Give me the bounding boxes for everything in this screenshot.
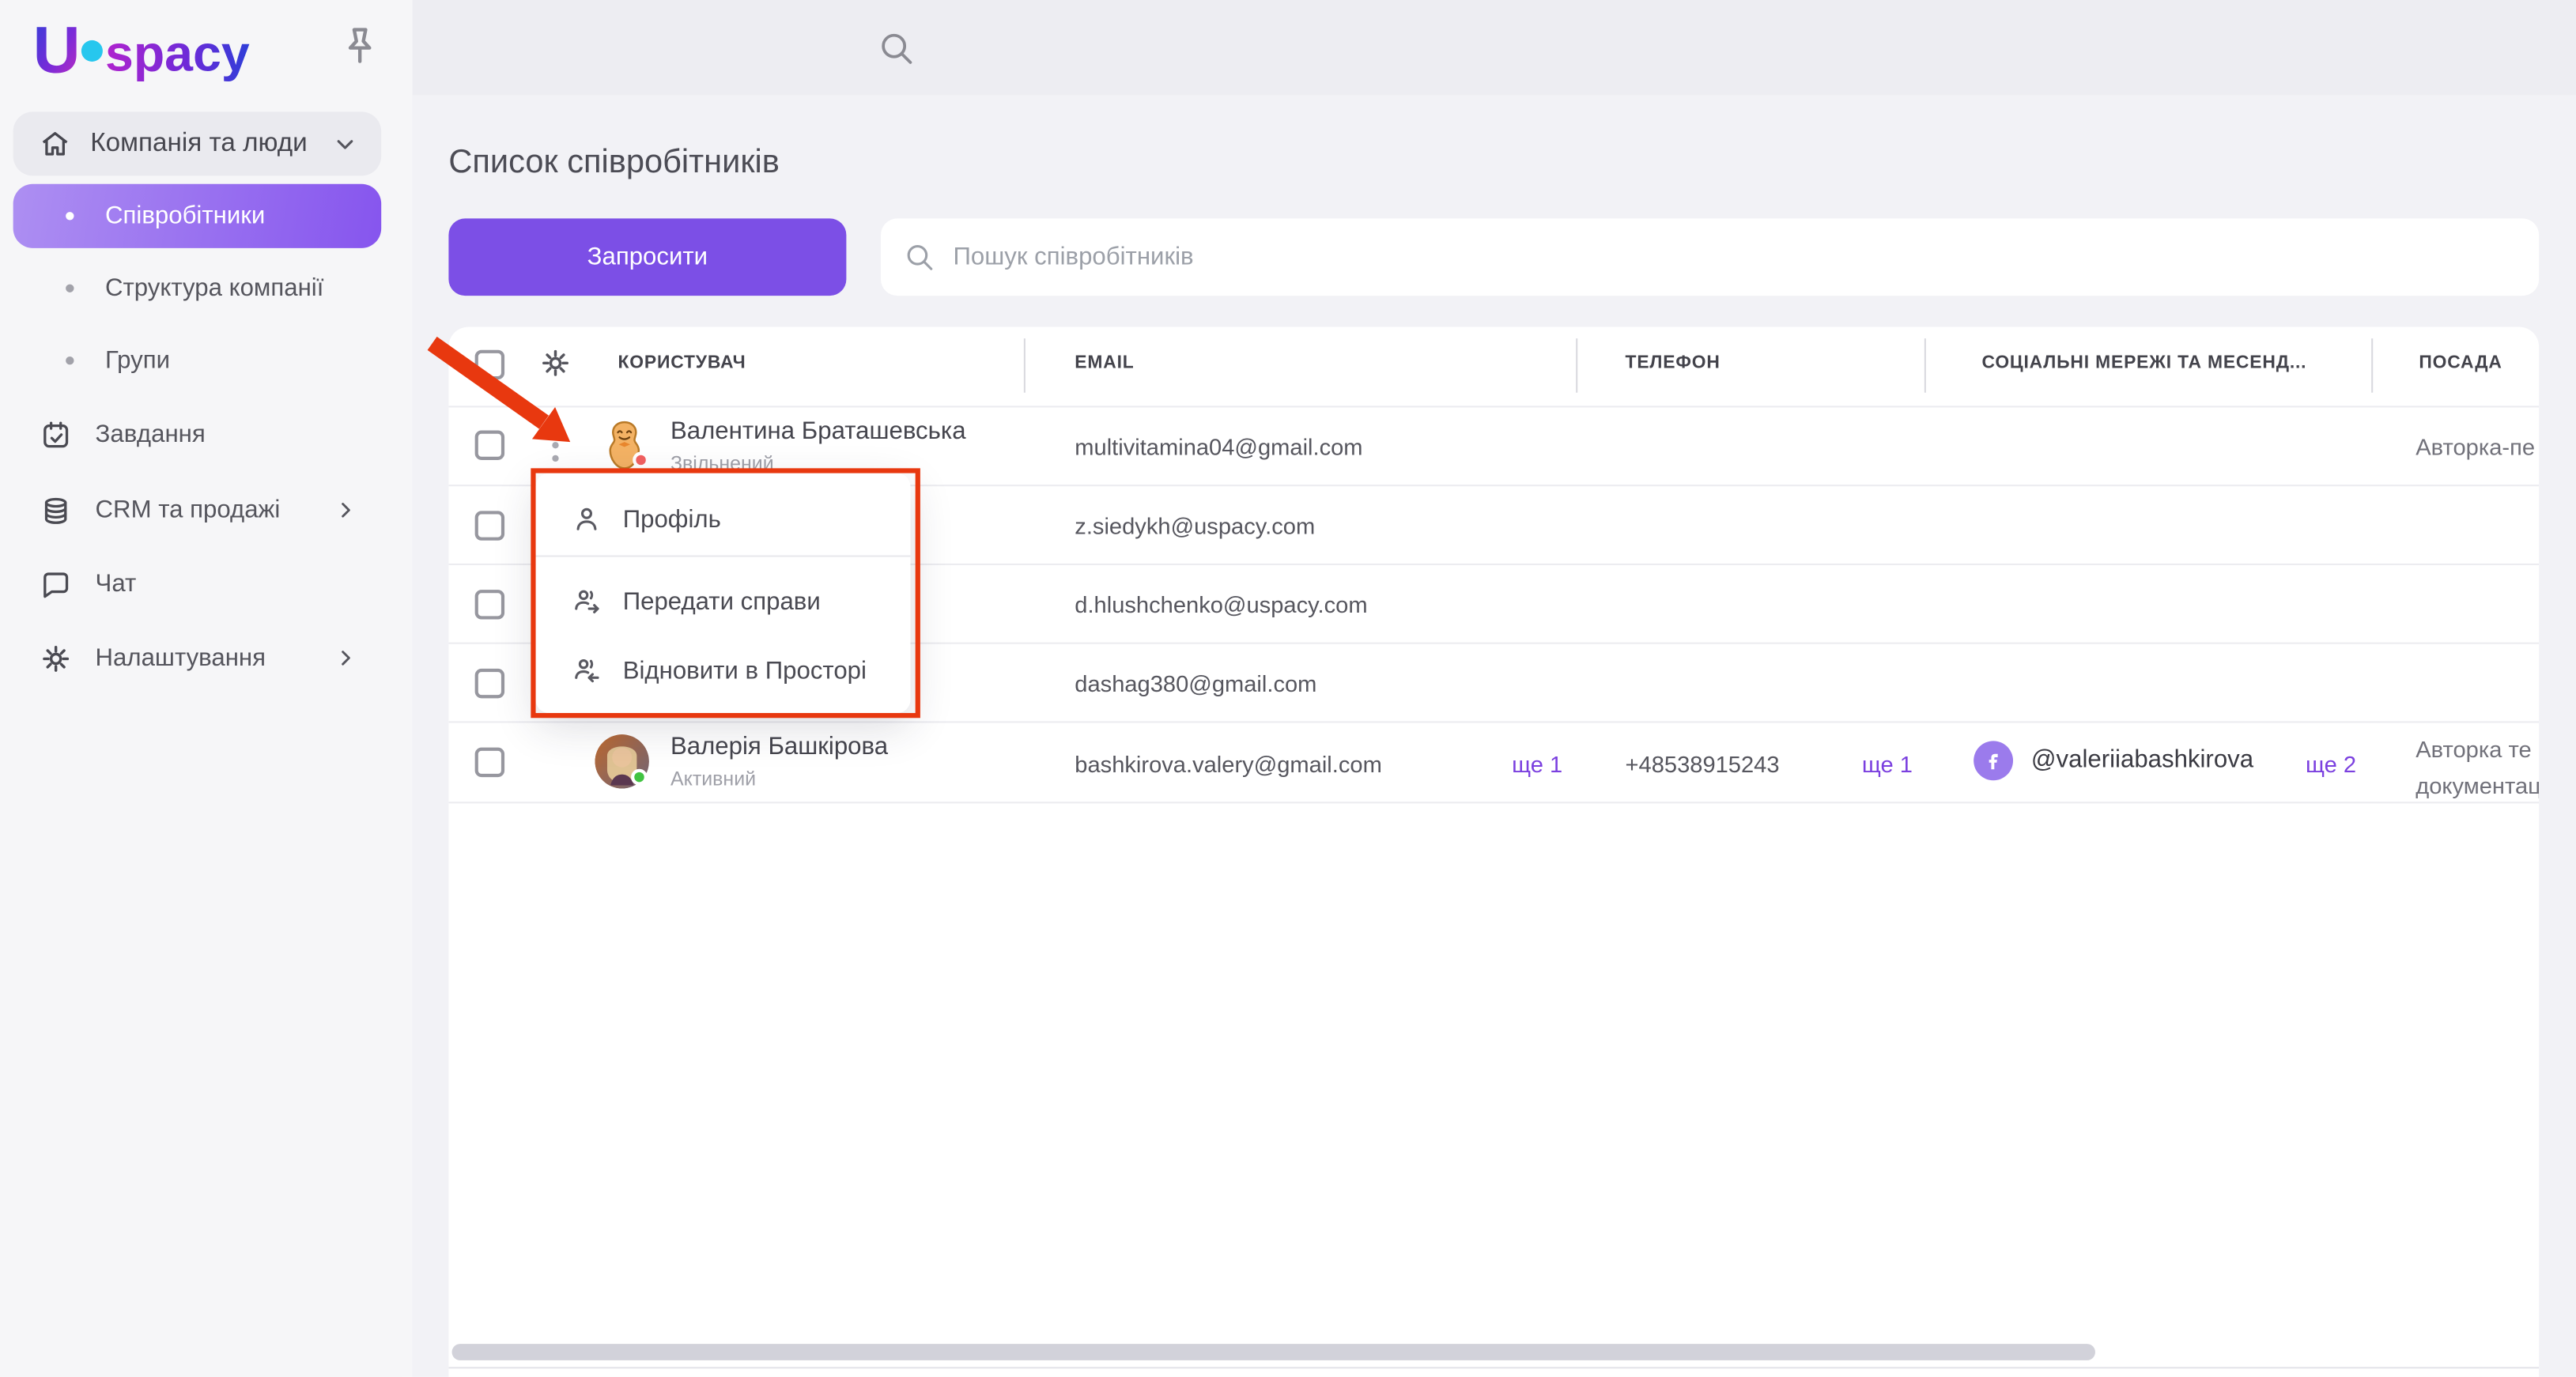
sidebar-item-employees[interactable]: Співробітники xyxy=(13,183,382,248)
bullet-icon xyxy=(66,357,74,365)
divider xyxy=(448,802,2540,804)
employee-position-line2: документац xyxy=(2415,771,2540,799)
menu-item-restore[interactable]: Відновити в Просторі xyxy=(536,637,911,703)
bullet-icon xyxy=(66,212,74,221)
main-content: Список співробітників Запросити КОРИСТУВ… xyxy=(412,95,2576,1377)
workspace-switcher[interactable]: Компанія та люди xyxy=(13,111,382,176)
dismissed-status-dot xyxy=(633,451,649,469)
svg-text:spacy: spacy xyxy=(105,25,250,81)
sidebar: U spacy Компанія та люди Співробітники С… xyxy=(0,0,413,1377)
employee-status: Звільнений xyxy=(670,451,774,475)
sidebar-item-label: Співробітники xyxy=(105,202,266,230)
sidebar-item-chat[interactable]: Чат xyxy=(13,552,382,616)
employee-phone[interactable]: +48538915243 xyxy=(1626,751,1780,777)
social-more-link[interactable]: ще 2 xyxy=(2306,751,2356,777)
column-header-user[interactable]: КОРИСТУВАЧ xyxy=(618,353,746,373)
row-actions-kebab-icon[interactable] xyxy=(546,425,565,465)
employee-position-line1: Авторка те xyxy=(2415,736,2532,763)
pin-sidebar-icon[interactable] xyxy=(337,23,383,69)
employee-search[interactable] xyxy=(881,218,2540,296)
select-all-checkbox[interactable] xyxy=(474,349,505,380)
horizontal-scrollbar[interactable] xyxy=(451,1344,2095,1360)
chevron-right-icon xyxy=(342,503,350,518)
workspace-label: Компанія та люди xyxy=(90,129,308,157)
row-context-menu: Профіль Передати справи Відновити в Прос… xyxy=(535,473,911,714)
table-settings-gear-icon[interactable] xyxy=(539,347,572,380)
chevron-right-icon xyxy=(342,651,350,666)
column-divider[interactable] xyxy=(2371,338,2374,393)
menu-divider xyxy=(535,555,911,557)
sidebar-item-label: Завдання xyxy=(95,421,206,449)
row-checkbox[interactable] xyxy=(474,590,505,620)
sidebar-item-settings[interactable]: Налаштування xyxy=(13,626,382,690)
employee-name[interactable]: Валентина Браташевська xyxy=(670,417,966,445)
column-header-position[interactable]: ПОСАДА xyxy=(2419,353,2502,373)
page-title: Список співробітників xyxy=(448,144,780,181)
menu-item-label: Профіль xyxy=(622,505,721,534)
svg-text:U: U xyxy=(33,17,81,87)
sidebar-item-crm[interactable]: CRM та продажі xyxy=(13,478,382,542)
invite-button[interactable]: Запросити xyxy=(448,218,847,296)
menu-item-label: Відновити в Просторі xyxy=(622,656,867,685)
calendar-check-icon xyxy=(43,421,69,447)
column-divider[interactable] xyxy=(1924,338,1926,393)
person-arrow-left-icon xyxy=(575,658,599,683)
sidebar-item-structure[interactable]: Структура компанії xyxy=(13,256,382,320)
divider xyxy=(448,406,2540,408)
employee-email[interactable]: dashag380@gmail.com xyxy=(1075,670,1316,696)
app-window: U spacy Компанія та люди Співробітники С… xyxy=(0,0,2576,1377)
employee-position: Авторка-пе xyxy=(2415,433,2536,460)
facebook-icon[interactable] xyxy=(1974,741,2014,781)
row-checkbox[interactable] xyxy=(474,747,505,778)
column-header-social[interactable]: СОЦІАЛЬНІ МЕРЕЖІ ТА МЕСЕНД... xyxy=(1982,353,2307,373)
employee-name[interactable]: Валерія Башкірова xyxy=(670,733,888,760)
row-checkbox[interactable] xyxy=(474,511,505,541)
sidebar-item-label: Налаштування xyxy=(95,643,266,673)
sidebar-item-label: CRM та продажі xyxy=(95,496,281,525)
chat-icon xyxy=(43,572,69,598)
gear-icon xyxy=(43,644,70,671)
menu-item-label: Передати справи xyxy=(622,587,821,616)
database-icon xyxy=(44,496,67,523)
menu-item-transfer[interactable]: Передати справи xyxy=(536,568,911,634)
row-checkbox[interactable] xyxy=(474,430,505,460)
employee-email[interactable]: multivitamina04@gmail.com xyxy=(1075,434,1362,460)
row-checkbox[interactable] xyxy=(474,668,505,699)
email-more-link[interactable]: ще 1 xyxy=(1512,751,1562,777)
social-handle[interactable]: @valeriiabashkirova xyxy=(2031,746,2253,774)
sidebar-item-tasks[interactable]: Завдання xyxy=(13,402,382,466)
employee-email[interactable]: d.hlushchenko@uspacy.com xyxy=(1075,591,1367,617)
chevron-down-icon xyxy=(337,139,353,149)
phone-more-link[interactable]: ще 1 xyxy=(1862,751,1913,777)
column-header-phone[interactable]: ТЕЛЕФОН xyxy=(1626,353,1720,373)
employee-email[interactable]: z.siedykh@uspacy.com xyxy=(1075,512,1315,538)
active-status-dot xyxy=(631,768,648,786)
column-header-email[interactable]: EMAIL xyxy=(1075,353,1134,373)
facebook-f-glyph xyxy=(1989,753,1998,770)
person-arrow-right-icon xyxy=(575,590,599,613)
topbar xyxy=(412,0,2576,96)
divider xyxy=(448,721,2540,723)
sidebar-item-label: Структура компанії xyxy=(105,274,324,303)
sidebar-item-label: Чат xyxy=(95,570,137,598)
person-icon xyxy=(576,507,597,530)
sidebar-item-groups[interactable]: Групи xyxy=(13,329,382,393)
menu-item-profile[interactable]: Профіль xyxy=(536,486,911,552)
search-input[interactable] xyxy=(953,243,2540,271)
global-search-icon[interactable] xyxy=(878,29,917,69)
search-icon xyxy=(907,243,933,270)
uspacy-logo[interactable]: U spacy xyxy=(33,17,280,89)
bullet-icon xyxy=(66,284,74,292)
sidebar-item-label: Групи xyxy=(105,346,171,375)
employee-email[interactable]: bashkirova.valery@gmail.com xyxy=(1075,751,1382,777)
column-divider[interactable] xyxy=(1023,338,1025,393)
divider xyxy=(448,1367,2540,1369)
column-divider[interactable] xyxy=(1576,338,1578,393)
employee-status: Активний xyxy=(670,767,757,790)
home-icon xyxy=(42,132,68,156)
